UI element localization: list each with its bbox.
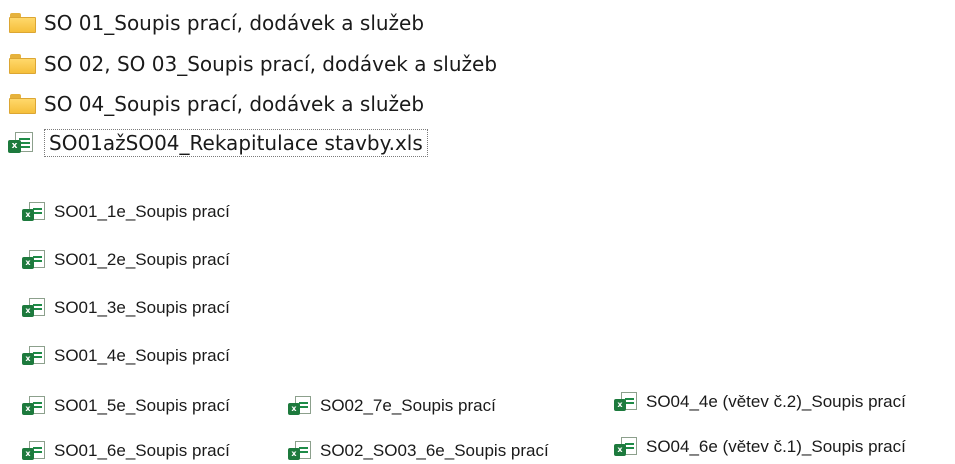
file-label: SO01_1e_Soupis prací	[54, 202, 230, 221]
folder-label: SO 04_Soupis prací, dodávek a služeb	[44, 92, 425, 116]
file-label: SO04_4e (větev č.2)_Soupis prací	[646, 392, 906, 411]
folder-icon	[8, 12, 38, 34]
folder-item-so01[interactable]: SO 01_Soupis prací, dodávek a služeb	[8, 8, 424, 38]
excel-file-icon: x	[22, 441, 48, 461]
excel-file-icon: x	[22, 202, 48, 222]
folder-item-so04[interactable]: SO 04_Soupis prací, dodávek a služeb	[8, 89, 424, 119]
folder-icon	[8, 93, 38, 115]
file-label: SO02_7e_Soupis prací	[320, 396, 496, 415]
excel-file-icon: x	[614, 392, 640, 412]
file-item-so04-4e[interactable]: x SO04_4e (větev č.2)_Soupis prací	[614, 390, 906, 414]
file-item-so04-6e[interactable]: x SO04_6e (větev č.1)_Soupis prací	[614, 435, 906, 459]
file-label: SO01_2e_Soupis prací	[54, 250, 230, 269]
file-item-so01-2e[interactable]: x SO01_2e_Soupis prací	[22, 248, 230, 272]
file-label: SO01_5e_Soupis prací	[54, 396, 230, 415]
excel-file-icon: x	[288, 441, 314, 461]
file-label: SO01_4e_Soupis prací	[54, 346, 230, 365]
excel-file-icon: x	[614, 437, 640, 457]
file-item-so01-5e[interactable]: x SO01_5e_Soupis prací	[22, 394, 230, 418]
excel-file-icon: x	[288, 396, 314, 416]
file-label-selected: SO01ažSO04_Rekapitulace stavby.xls	[44, 129, 428, 157]
file-item-so01-4e[interactable]: x SO01_4e_Soupis prací	[22, 344, 230, 368]
excel-file-icon: x	[22, 396, 48, 416]
file-item-so02-7e[interactable]: x SO02_7e_Soupis prací	[288, 394, 496, 418]
excel-file-icon: x	[22, 250, 48, 270]
file-label: SO02_SO03_6e_Soupis prací	[320, 441, 549, 460]
file-label: SO01_6e_Soupis prací	[54, 441, 230, 460]
excel-file-icon: x	[22, 346, 48, 366]
folder-icon	[8, 53, 38, 75]
folder-label: SO 02, SO 03_Soupis prací, dodávek a slu…	[44, 52, 498, 76]
file-label: SO01_3e_Soupis prací	[54, 298, 230, 317]
excel-file-icon: x	[8, 132, 38, 154]
file-item-rekapitulace[interactable]: x SO01ažSO04_Rekapitulace stavby.xls	[8, 128, 428, 158]
folder-item-so02-so03[interactable]: SO 02, SO 03_Soupis prací, dodávek a slu…	[8, 49, 497, 79]
file-label: SO04_6e (větev č.1)_Soupis prací	[646, 437, 906, 456]
folder-label: SO 01_Soupis prací, dodávek a služeb	[44, 11, 425, 35]
file-item-so01-6e[interactable]: x SO01_6e_Soupis prací	[22, 439, 230, 463]
file-item-so01-1e[interactable]: x SO01_1e_Soupis prací	[22, 200, 230, 224]
excel-file-icon: x	[22, 298, 48, 318]
file-item-so02-so03-6e[interactable]: x SO02_SO03_6e_Soupis prací	[288, 439, 549, 463]
file-item-so01-3e[interactable]: x SO01_3e_Soupis prací	[22, 296, 230, 320]
